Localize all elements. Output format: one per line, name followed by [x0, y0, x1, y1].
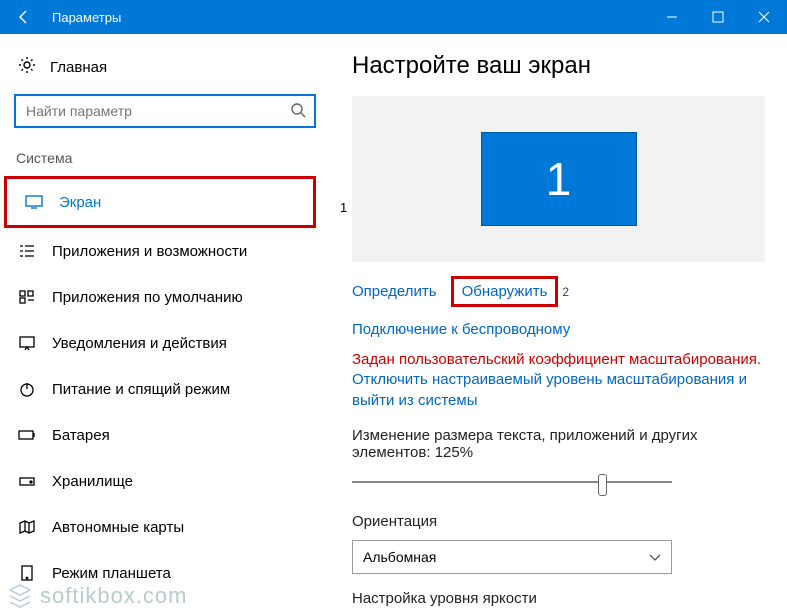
scaling-warning: Задан пользовательский коэффициент масшт…	[352, 350, 765, 370]
sidebar-item-power[interactable]: Питание и спящий режим	[0, 366, 330, 412]
sidebar-item-label: Батарея	[52, 427, 110, 444]
sidebar-item-label: Приложения по умолчанию	[52, 289, 243, 306]
watermark: softikbox.com	[6, 582, 188, 610]
map-icon	[18, 518, 36, 536]
annotation-2: 2	[562, 285, 569, 299]
wireless-link[interactable]: Подключение к беспроводному	[352, 321, 570, 338]
list-icon	[18, 242, 36, 260]
minimize-button[interactable]	[649, 0, 695, 34]
home-label: Главная	[50, 59, 107, 76]
scale-slider[interactable]	[352, 471, 672, 495]
chevron-down-icon	[649, 549, 661, 565]
detect-link[interactable]: Обнаружить	[462, 283, 548, 300]
sidebar-item-display[interactable]: Экран	[7, 179, 313, 225]
gear-icon	[18, 56, 36, 78]
titlebar: Параметры	[0, 0, 787, 34]
search-icon	[290, 102, 306, 123]
orientation-label: Ориентация	[352, 513, 765, 530]
annotation-1: 1	[340, 200, 347, 215]
grid-icon	[18, 288, 36, 306]
sidebar: Главная Система Экран 1 Приложения и воз…	[0, 34, 330, 616]
monitor-tile[interactable]: 1	[481, 132, 637, 226]
tablet-icon	[18, 564, 36, 582]
notification-icon	[18, 334, 36, 352]
home-link[interactable]: Главная	[0, 48, 330, 90]
sidebar-item-default-apps[interactable]: Приложения по умолчанию	[0, 274, 330, 320]
window-title: Параметры	[48, 10, 649, 25]
battery-icon	[18, 426, 36, 444]
maximize-button[interactable]	[695, 0, 741, 34]
brightness-label: Настройка уровня яркости	[352, 590, 765, 607]
identify-link[interactable]: Определить	[352, 283, 437, 300]
display-icon	[25, 193, 43, 211]
sidebar-item-storage[interactable]: Хранилище	[0, 458, 330, 504]
sidebar-item-battery[interactable]: Батарея	[0, 412, 330, 458]
sidebar-item-label: Автономные карты	[52, 519, 184, 536]
sidebar-item-label: Приложения и возможности	[52, 243, 247, 260]
close-button[interactable]	[741, 0, 787, 34]
sidebar-item-offline-maps[interactable]: Автономные карты	[0, 504, 330, 550]
disable-scaling-link[interactable]: Отключить настраиваемый уровень масштаби…	[352, 370, 765, 411]
search-input[interactable]	[14, 94, 316, 128]
display-preview: 1	[352, 96, 765, 262]
orientation-select[interactable]: Альбомная	[352, 540, 672, 574]
sidebar-item-notifications[interactable]: Уведомления и действия	[0, 320, 330, 366]
scale-label: Изменение размера текста, приложений и д…	[352, 427, 765, 461]
sidebar-item-label: Питание и спящий режим	[52, 381, 230, 398]
back-button[interactable]	[0, 0, 48, 34]
sidebar-item-label: Хранилище	[52, 473, 133, 490]
sidebar-item-label: Уведомления и действия	[52, 335, 227, 352]
power-icon	[18, 380, 36, 398]
sidebar-item-apps-features[interactable]: Приложения и возможности	[0, 228, 330, 274]
sidebar-item-label: Экран	[59, 194, 101, 211]
section-label: Система	[0, 144, 330, 176]
sidebar-item-label: Режим планшета	[52, 565, 171, 582]
storage-icon	[18, 472, 36, 490]
page-title: Настройте ваш экран	[352, 52, 765, 80]
main-panel: Настройте ваш экран 1 Определить Обнаруж…	[330, 34, 787, 616]
